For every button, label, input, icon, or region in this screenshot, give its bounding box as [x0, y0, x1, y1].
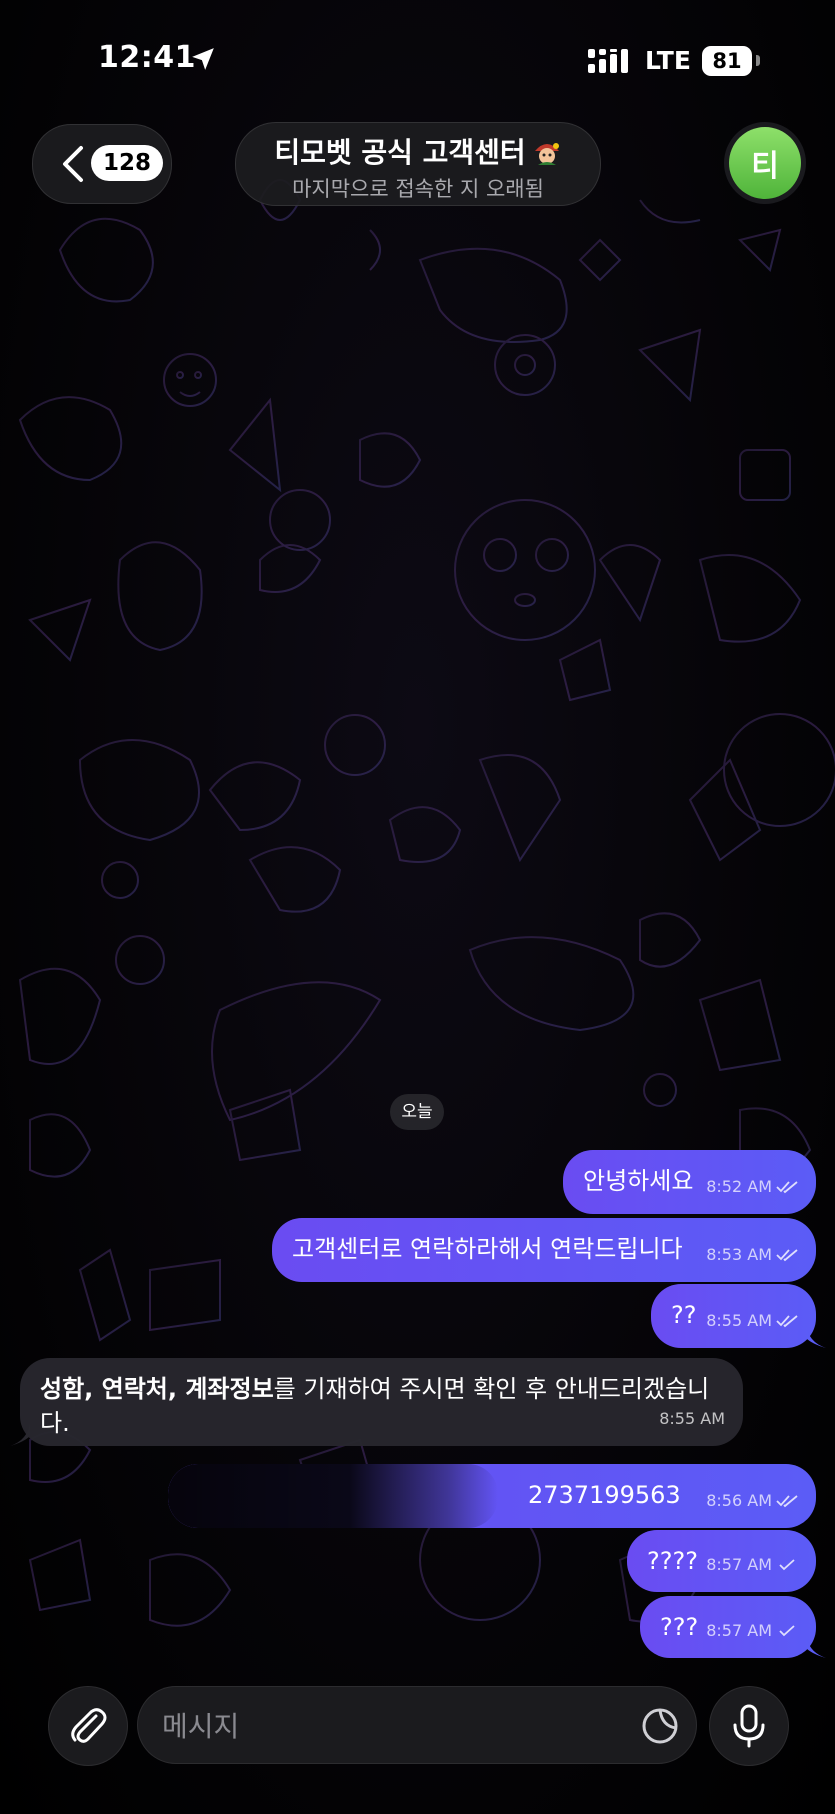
paperclip-icon — [71, 1708, 107, 1743]
message-meta: 8:55 AM — [659, 1402, 725, 1436]
character-emoji-icon — [534, 143, 559, 165]
battery-tip — [756, 55, 760, 66]
double-check-icon — [776, 1495, 798, 1508]
chat-title: 티모벳 공식 고객센터 — [274, 136, 526, 169]
battery-level: 81 — [712, 49, 742, 73]
redaction-overlay — [168, 1464, 498, 1528]
chat-info-button[interactable]: 티모벳 공식 고객센터 마지막으로 접속한 지 오래됨 — [235, 122, 601, 206]
microphone-icon — [733, 1704, 765, 1748]
message-time: 8:56 AM — [706, 1491, 772, 1510]
outgoing-message[interactable]: ?? 8:55 AM — [651, 1284, 816, 1348]
outgoing-message[interactable]: 2737199563 8:56 AM — [168, 1464, 816, 1528]
signal-icon — [588, 49, 628, 73]
incoming-message[interactable]: 성함, 연락처, 계좌정보를 기재하여 주시면 확인 후 안내드리겠습니다. 8… — [20, 1358, 743, 1446]
message-input[interactable] — [160, 1703, 624, 1749]
message-text: ???? — [647, 1547, 698, 1575]
status-time: 12:41 — [98, 40, 196, 75]
message-text-wrap: 성함, 연락처, 계좌정보를 기재하여 주시면 확인 후 안내드리겠습니다. — [40, 1372, 730, 1440]
check-icon — [779, 1625, 795, 1637]
message-time: 8:53 AM — [706, 1245, 772, 1264]
chevron-left-icon — [63, 146, 83, 182]
double-check-icon — [776, 1249, 798, 1262]
message-meta: 8:57 AM — [706, 1548, 798, 1582]
chat-last-seen: 마지막으로 접속한 지 오래됨 — [292, 177, 544, 201]
message-text: 고객센터로 연락하라해서 연락드립니다 — [292, 1235, 683, 1263]
date-separator: 오늘 — [390, 1094, 444, 1130]
message-meta: 8:55 AM — [706, 1304, 798, 1338]
message-meta: 8:53 AM — [706, 1238, 798, 1272]
location-arrow-icon — [192, 48, 214, 70]
double-check-icon — [776, 1315, 798, 1328]
message-time: 8:55 AM — [659, 1409, 725, 1428]
avatar-initial: 티 — [751, 149, 779, 184]
message-text: ??? — [660, 1613, 699, 1641]
message-time: 8:55 AM — [706, 1311, 772, 1330]
check-icon — [779, 1559, 795, 1571]
message-field — [137, 1686, 697, 1764]
outgoing-message[interactable]: 안녕하세요 8:52 AM — [563, 1150, 816, 1214]
unread-count-badge: 128 — [91, 145, 164, 181]
battery-indicator: 81 — [702, 46, 752, 76]
message-bold-text: 성함, 연락처, 계좌정보 — [40, 1375, 274, 1403]
back-button[interactable]: 128 — [32, 124, 172, 204]
message-meta: 8:57 AM — [706, 1614, 798, 1648]
sticker-icon[interactable] — [640, 1706, 680, 1746]
message-time: 8:57 AM — [706, 1555, 772, 1574]
message-text: 안녕하세요 — [583, 1167, 694, 1195]
outgoing-message[interactable]: ??? 8:57 AM — [640, 1596, 816, 1658]
attach-button[interactable] — [48, 1686, 128, 1766]
message-text: ?? — [671, 1301, 697, 1329]
message-meta: 8:56 AM — [706, 1484, 798, 1518]
message-text: 2737199563 — [528, 1481, 681, 1509]
network-type: LTE — [645, 46, 691, 75]
bubble-tail — [10, 1422, 30, 1446]
bubble-tail — [806, 1324, 826, 1348]
outgoing-message[interactable]: 고객센터로 연락하라해서 연락드립니다 8:53 AM — [272, 1218, 816, 1282]
voice-message-button[interactable] — [709, 1686, 789, 1766]
bubble-tail — [806, 1634, 826, 1658]
message-meta: 8:52 AM — [706, 1170, 798, 1204]
double-check-icon — [776, 1181, 798, 1194]
message-time: 8:52 AM — [706, 1177, 772, 1196]
outgoing-message[interactable]: ???? 8:57 AM — [627, 1530, 816, 1592]
chat-screen: 12:41 LTE 81 128 티모벳 공식 고객센터 마지막으로 접속한 지… — [0, 0, 835, 1814]
avatar: 티 — [729, 127, 801, 199]
message-time: 8:57 AM — [706, 1621, 772, 1640]
chat-title-row: 티모벳 공식 고객센터 — [236, 131, 600, 171]
profile-avatar-button[interactable]: 티 — [724, 122, 806, 204]
